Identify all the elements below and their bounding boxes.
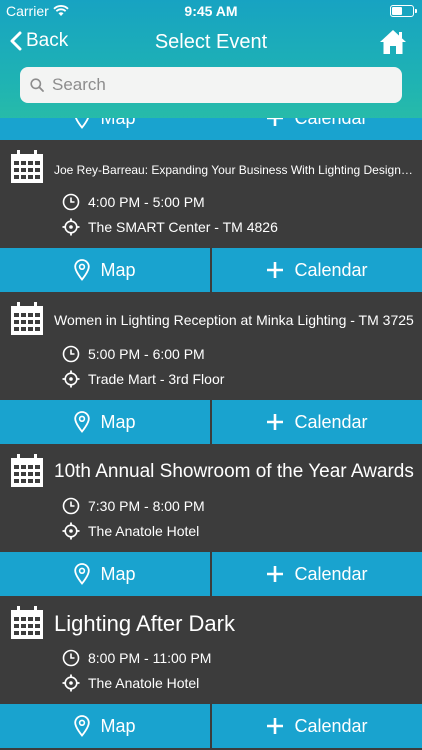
- event-location: The Anatole Hotel: [62, 674, 199, 692]
- map-pin-icon: [74, 563, 91, 585]
- map-button[interactable]: Map: [0, 552, 210, 596]
- event-location-text: The SMART Center - TM 4826: [88, 219, 278, 235]
- map-label: Map: [100, 259, 136, 280]
- status-bar: Carrier 9:45 AM: [0, 0, 422, 22]
- search-input[interactable]: [52, 75, 372, 95]
- clock-icon: [62, 345, 80, 363]
- map-pin-icon: [74, 715, 91, 737]
- event-time-text: 8:00 PM - 11:00 PM: [88, 650, 212, 666]
- calendar-label: Calendar: [294, 715, 368, 736]
- event-time: 4:00 PM - 5:00 PM: [62, 193, 205, 211]
- calendar-label: Calendar: [294, 259, 368, 280]
- crosshair-icon: [62, 370, 80, 388]
- event-location: Trade Mart - 3rd Floor: [62, 370, 224, 388]
- event-location-text: The Anatole Hotel: [88, 523, 200, 539]
- event-time: 7:30 PM - 8:00 PM: [62, 497, 205, 515]
- event-title: Joe Rey-Barreau: Expanding Your Business…: [54, 163, 416, 177]
- calendar-button[interactable]: Calendar: [212, 248, 422, 292]
- map-button[interactable]: Map: [0, 400, 210, 444]
- event-time-text: 7:30 PM - 8:00 PM: [88, 498, 205, 514]
- event-location-text: Trade Mart - 3rd Floor: [88, 371, 225, 387]
- page-title: Select Event: [154, 31, 268, 53]
- plus-icon: [267, 414, 284, 430]
- home-icon[interactable]: [378, 28, 408, 56]
- calendar-icon: [11, 150, 43, 183]
- event-title: 10th Annual Showroom of the Year Awards: [54, 461, 414, 482]
- map-pin-icon: [75, 118, 90, 129]
- calendar-label: Calendar: [294, 118, 367, 129]
- event-actions-row: Map Calendar: [0, 400, 422, 444]
- map-button[interactable]: Map: [0, 118, 210, 140]
- calendar-icon: [11, 454, 43, 487]
- battery-icon: [390, 5, 417, 17]
- event-title: Lighting After Dark: [54, 611, 235, 636]
- map-label: Map: [100, 563, 136, 584]
- map-button[interactable]: Map: [0, 248, 210, 292]
- event-list: Map Calendar Joe Rey-Barreau: Expanding …: [0, 118, 422, 750]
- event-location: The SMART Center - TM 4826: [62, 218, 278, 236]
- plus-icon: [267, 118, 284, 126]
- nav-bar: Back Select Event: [0, 22, 422, 66]
- header: Carrier 9:45 AM Back Select Event: [0, 0, 422, 118]
- map-label: Map: [100, 118, 135, 129]
- search-bar: [20, 67, 402, 103]
- event-actions-row: Map Calendar: [0, 552, 422, 596]
- calendar-button[interactable]: Calendar: [212, 118, 422, 140]
- event-actions-row: Map Calendar: [0, 118, 422, 140]
- event-actions-row: Map Calendar: [0, 704, 422, 748]
- map-pin-icon: [74, 411, 91, 433]
- map-label: Map: [100, 715, 136, 736]
- clock-icon: [62, 649, 80, 667]
- event-time-text: 5:00 PM - 6:00 PM: [88, 346, 205, 362]
- search-icon: [30, 78, 44, 92]
- map-label: Map: [100, 411, 136, 432]
- event-time: 5:00 PM - 6:00 PM: [62, 345, 205, 363]
- crosshair-icon: [62, 674, 80, 692]
- event-item[interactable]: Women in Lighting Reception at Minka Lig…: [0, 292, 422, 400]
- calendar-label: Calendar: [294, 563, 368, 584]
- calendar-button[interactable]: Calendar: [212, 552, 422, 596]
- event-item[interactable]: Lighting After Dark 8:00 PM - 11:00 PM T…: [0, 596, 422, 704]
- map-pin-icon: [74, 259, 91, 281]
- event-location-text: The Anatole Hotel: [88, 675, 200, 691]
- plus-icon: [267, 718, 284, 734]
- calendar-icon: [11, 606, 43, 639]
- status-time: 9:45 AM: [184, 3, 238, 19]
- plus-icon: [267, 262, 284, 278]
- clock-icon: [62, 497, 80, 515]
- event-time-text: 4:00 PM - 5:00 PM: [88, 194, 205, 210]
- calendar-label: Calendar: [294, 411, 368, 432]
- plus-icon: [267, 566, 284, 582]
- crosshair-icon: [62, 522, 80, 540]
- event-time: 8:00 PM - 11:00 PM: [62, 649, 211, 667]
- event-location: The Anatole Hotel: [62, 522, 199, 540]
- calendar-button[interactable]: Calendar: [212, 400, 422, 444]
- calendar-icon: [11, 302, 43, 335]
- event-title: Women in Lighting Reception at Minka Lig…: [54, 312, 414, 328]
- event-item[interactable]: Joe Rey-Barreau: Expanding Your Business…: [0, 140, 422, 248]
- clock-icon: [62, 193, 80, 211]
- crosshair-icon: [62, 218, 80, 236]
- event-item[interactable]: 10th Annual Showroom of the Year Awards …: [0, 444, 422, 552]
- calendar-button[interactable]: Calendar: [212, 704, 422, 748]
- event-actions-row: Map Calendar: [0, 248, 422, 292]
- map-button[interactable]: Map: [0, 704, 210, 748]
